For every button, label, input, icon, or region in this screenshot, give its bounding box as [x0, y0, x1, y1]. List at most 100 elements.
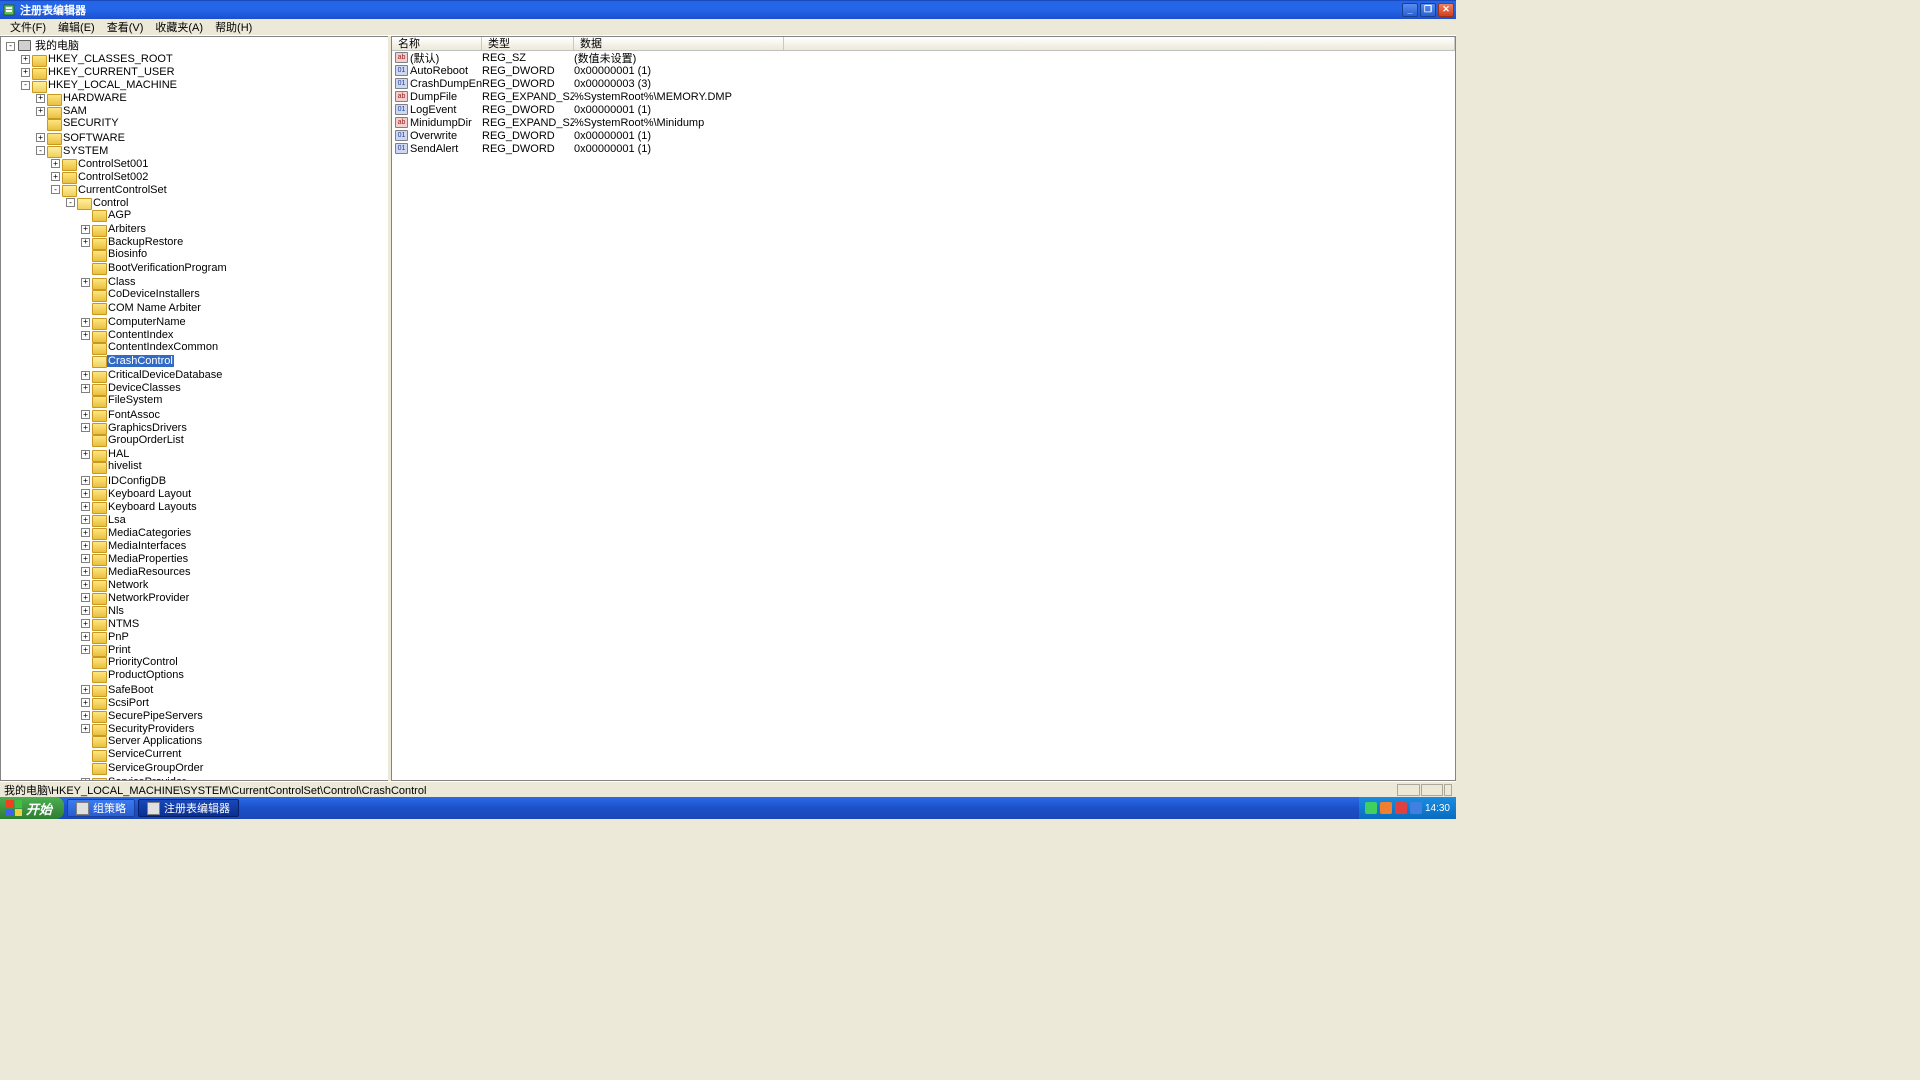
tree-key-class[interactable]: +Class — [81, 276, 137, 288]
expander-icon[interactable]: + — [36, 133, 45, 142]
expander-icon[interactable]: + — [81, 632, 90, 641]
tree-root-computer[interactable]: -我的电脑 — [6, 40, 80, 52]
tree-key-backuprestore[interactable]: +BackupRestore — [81, 236, 184, 248]
tree-key-network[interactable]: +Network — [81, 579, 149, 591]
tree-key-com-name-arbiter[interactable]: COM Name Arbiter — [81, 302, 202, 314]
tree-key-hivelist[interactable]: hivelist — [81, 460, 143, 472]
expander-icon[interactable]: + — [81, 528, 90, 537]
col-header-type[interactable]: 类型 — [482, 37, 574, 50]
system-tray[interactable]: 14:30 — [1359, 797, 1456, 819]
tree-key-bootverificationprogram[interactable]: BootVerificationProgram — [81, 262, 228, 274]
expander-icon[interactable]: + — [81, 423, 90, 432]
tree-key-securityproviders[interactable]: +SecurityProviders — [81, 723, 195, 735]
tree-key-server-applications[interactable]: Server Applications — [81, 735, 203, 747]
tree-key-codeviceinstallers[interactable]: CoDeviceInstallers — [81, 288, 201, 300]
tree-key-servicegrouporder[interactable]: ServiceGroupOrder — [81, 762, 204, 774]
values-list[interactable]: ab(默认)REG_SZ(数值未设置)01AutoRebootREG_DWORD… — [392, 51, 1455, 780]
tree-key-mediainterfaces[interactable]: +MediaInterfaces — [81, 540, 187, 552]
expander-icon[interactable]: + — [36, 94, 45, 103]
tree-key-keyboard-layouts[interactable]: +Keyboard Layouts — [81, 501, 198, 513]
tree-key-agp[interactable]: AGP — [81, 209, 132, 221]
tree-key-networkprovider[interactable]: +NetworkProvider — [81, 592, 190, 604]
tree-key-securepipeservers[interactable]: +SecurePipeServers — [81, 710, 204, 722]
taskbar-task[interactable]: 注册表编辑器 — [138, 799, 239, 817]
expander-icon[interactable]: + — [81, 225, 90, 234]
expander-icon[interactable]: + — [36, 107, 45, 116]
value-row[interactable]: 01SendAlertREG_DWORD0x00000001 (1) — [392, 142, 1455, 155]
tree-key-keyboard-layout[interactable]: +Keyboard Layout — [81, 488, 192, 500]
tray-clock[interactable]: 14:30 — [1425, 803, 1450, 814]
tree-key-mediacategories[interactable]: +MediaCategories — [81, 527, 192, 539]
tree-item[interactable]: +ControlSet002 — [51, 171, 149, 183]
expander-icon[interactable]: + — [21, 55, 30, 64]
expander-icon[interactable]: + — [81, 384, 90, 393]
value-row[interactable]: ab(默认)REG_SZ(数值未设置) — [392, 51, 1455, 64]
expander-icon[interactable]: + — [81, 685, 90, 694]
expander-icon[interactable]: + — [81, 606, 90, 615]
tree-key-filesystem[interactable]: FileSystem — [81, 394, 163, 406]
expander-icon[interactable]: + — [81, 489, 90, 498]
value-row[interactable]: abDumpFileREG_EXPAND_SZ%SystemRoot%\MEMO… — [392, 90, 1455, 103]
tree-key-nls[interactable]: +Nls — [81, 605, 125, 617]
tree-hive-hklm[interactable]: -HKEY_LOCAL_MACHINE — [21, 79, 178, 91]
menu-favorites[interactable]: 收藏夹(A) — [149, 18, 209, 36]
tree-item[interactable]: +SAM — [36, 105, 88, 117]
expander-icon[interactable]: + — [51, 172, 60, 181]
expander-icon[interactable]: + — [81, 554, 90, 563]
expander-icon[interactable]: + — [51, 159, 60, 168]
tree-item[interactable]: +SOFTWARE — [36, 132, 126, 144]
tray-icon[interactable] — [1395, 802, 1407, 814]
tree-key-arbiters[interactable]: +Arbiters — [81, 223, 147, 235]
tree-key-deviceclasses[interactable]: +DeviceClasses — [81, 382, 182, 394]
tree-key-mediaresources[interactable]: +MediaResources — [81, 566, 192, 578]
col-header-data[interactable]: 数据 — [574, 37, 784, 50]
tree-key-graphicsdrivers[interactable]: +GraphicsDrivers — [81, 422, 188, 434]
tree-key-pnp[interactable]: +PnP — [81, 631, 130, 643]
tree-key-servicecurrent[interactable]: ServiceCurrent — [81, 748, 182, 760]
value-row[interactable]: 01LogEventREG_DWORD0x00000001 (1) — [392, 103, 1455, 116]
tree-key-mediaproperties[interactable]: +MediaProperties — [81, 553, 189, 565]
expander-icon[interactable]: + — [21, 68, 30, 77]
tree-key-serviceprovider[interactable]: +ServiceProvider — [81, 776, 187, 780]
maximize-button[interactable]: ❐ — [1420, 3, 1436, 17]
start-button[interactable]: 开始 — [0, 797, 64, 819]
value-row[interactable]: 01OverwriteREG_DWORD0x00000001 (1) — [392, 129, 1455, 142]
tree-item[interactable]: -SYSTEM — [36, 145, 109, 157]
tree-key-idconfigdb[interactable]: +IDConfigDB — [81, 475, 167, 487]
expander-icon[interactable]: - — [6, 42, 15, 51]
expander-icon[interactable]: + — [81, 476, 90, 485]
tree-item[interactable]: +HARDWARE — [36, 92, 128, 104]
close-button[interactable]: ✕ — [1438, 3, 1454, 17]
expander-icon[interactable]: + — [81, 331, 90, 340]
expander-icon[interactable]: + — [81, 410, 90, 419]
expander-icon[interactable]: + — [81, 278, 90, 287]
tree-item[interactable]: SECURITY — [36, 117, 120, 129]
expander-icon[interactable]: + — [81, 502, 90, 511]
tree-key-computername[interactable]: +ComputerName — [81, 316, 187, 328]
expander-icon[interactable]: + — [81, 619, 90, 628]
expander-icon[interactable]: + — [81, 541, 90, 550]
tree-key-biosinfo[interactable]: Biosinfo — [81, 248, 148, 260]
tray-icon[interactable] — [1365, 802, 1377, 814]
tree-key-safeboot[interactable]: +SafeBoot — [81, 684, 154, 696]
value-row[interactable]: 01AutoRebootREG_DWORD0x00000001 (1) — [392, 64, 1455, 77]
expander-icon[interactable]: + — [81, 238, 90, 247]
expander-icon[interactable]: + — [81, 711, 90, 720]
tree-scrollable[interactable]: -我的电脑+HKEY_CLASSES_ROOT+HKEY_CURRENT_USE… — [1, 37, 388, 780]
tree-key-hal[interactable]: +HAL — [81, 448, 130, 460]
tree-key-contentindexcommon[interactable]: ContentIndexCommon — [81, 341, 219, 353]
expander-icon[interactable]: + — [81, 698, 90, 707]
expander-icon[interactable]: + — [81, 593, 90, 602]
tree-key-ntms[interactable]: +NTMS — [81, 618, 140, 630]
tree-key-contentindex[interactable]: +ContentIndex — [81, 329, 174, 341]
tree-item[interactable]: -Control — [66, 197, 129, 209]
expander-icon[interactable]: - — [36, 146, 45, 155]
expander-icon[interactable]: + — [81, 645, 90, 654]
expander-icon[interactable]: - — [66, 198, 75, 207]
tree-key-lsa[interactable]: +Lsa — [81, 514, 127, 526]
menu-view[interactable]: 查看(V) — [101, 18, 150, 36]
menu-edit[interactable]: 编辑(E) — [52, 18, 101, 36]
value-row[interactable]: 01CrashDumpEnabledREG_DWORD0x00000003 (3… — [392, 77, 1455, 90]
expander-icon[interactable]: + — [81, 450, 90, 459]
taskbar-task[interactable]: 组策略 — [67, 799, 135, 817]
